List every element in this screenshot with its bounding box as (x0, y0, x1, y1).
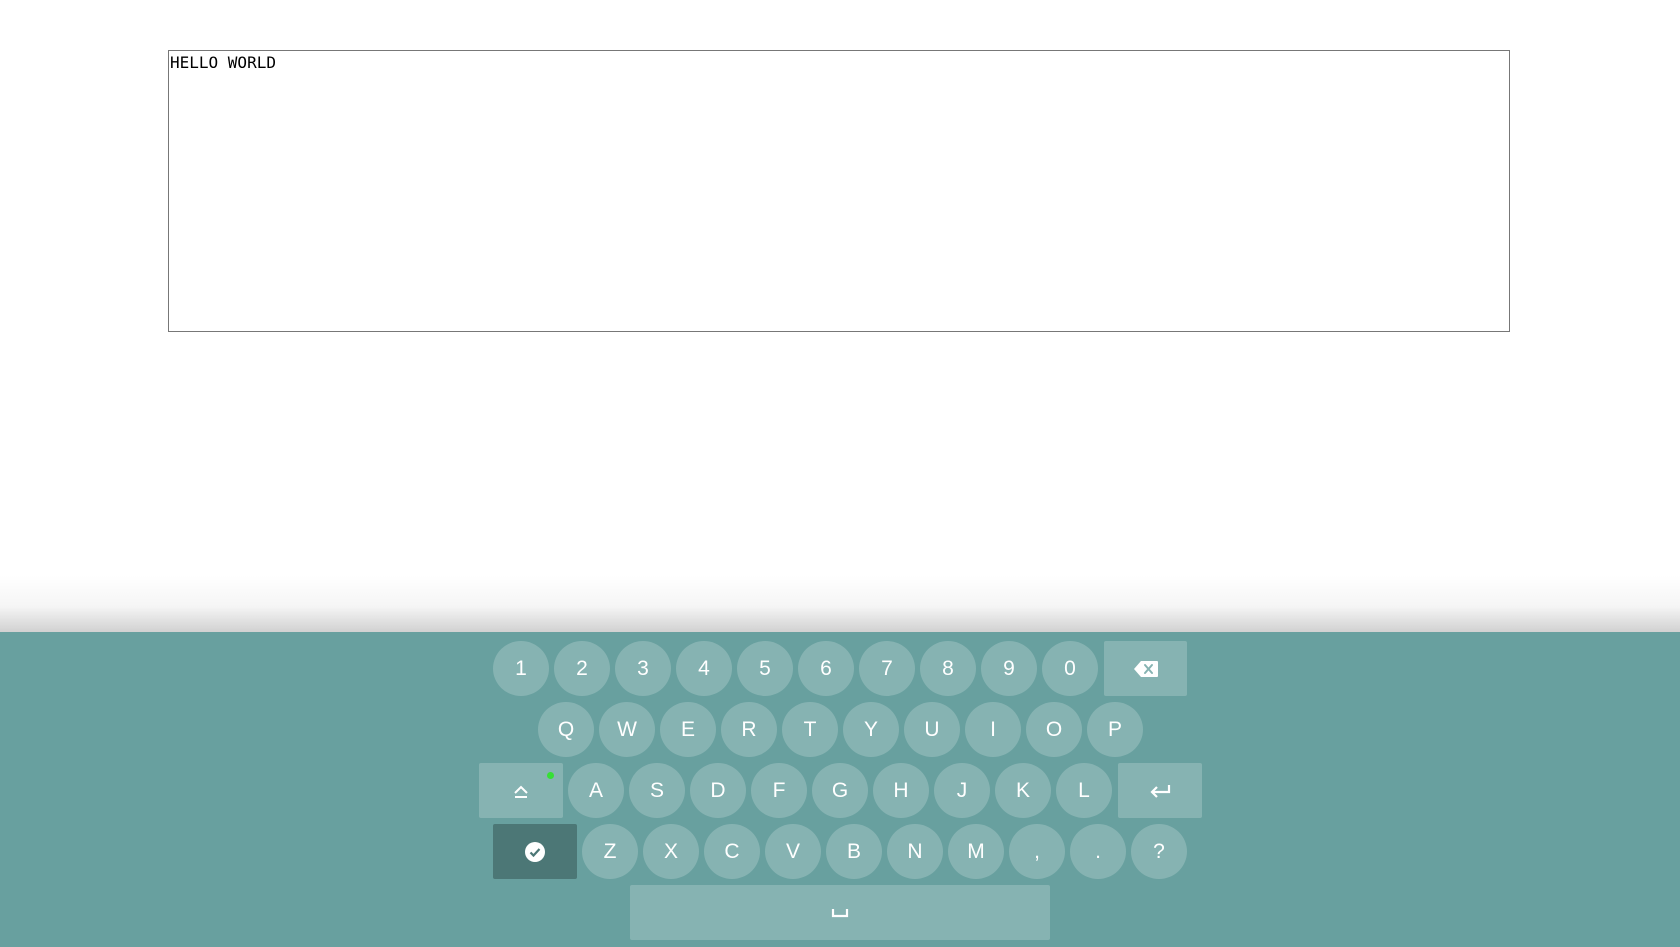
done-button[interactable] (493, 824, 577, 879)
key-l[interactable]: L (1056, 763, 1112, 818)
key-n[interactable]: N (887, 824, 943, 879)
key-7[interactable]: 7 (859, 641, 915, 696)
key-comma[interactable]: , (1009, 824, 1065, 879)
key-3[interactable]: 3 (615, 641, 671, 696)
key-9[interactable]: 9 (981, 641, 1037, 696)
key-4[interactable]: 4 (676, 641, 732, 696)
key-question[interactable]: ? (1131, 824, 1187, 879)
shift-active-indicator (547, 772, 554, 779)
key-2[interactable]: 2 (554, 641, 610, 696)
space-icon (831, 908, 849, 918)
key-k[interactable]: K (995, 763, 1051, 818)
enter-button[interactable] (1118, 763, 1202, 818)
key-5[interactable]: 5 (737, 641, 793, 696)
enter-icon (1149, 783, 1171, 799)
checkmark-circle-icon (524, 841, 546, 863)
key-c[interactable]: C (704, 824, 760, 879)
key-i[interactable]: I (965, 702, 1021, 757)
key-a[interactable]: A (568, 763, 624, 818)
key-z[interactable]: Z (582, 824, 638, 879)
key-s[interactable]: S (629, 763, 685, 818)
key-1[interactable]: 1 (493, 641, 549, 696)
key-h[interactable]: H (873, 763, 929, 818)
key-j[interactable]: J (934, 763, 990, 818)
key-8[interactable]: 8 (920, 641, 976, 696)
key-u[interactable]: U (904, 702, 960, 757)
key-period[interactable]: . (1070, 824, 1126, 879)
space-button[interactable] (630, 885, 1050, 940)
key-6[interactable]: 6 (798, 641, 854, 696)
keyboard-shadow (0, 575, 1680, 632)
key-v[interactable]: V (765, 824, 821, 879)
key-b[interactable]: B (826, 824, 882, 879)
key-g[interactable]: G (812, 763, 868, 818)
key-w[interactable]: W (599, 702, 655, 757)
key-m[interactable]: M (948, 824, 1004, 879)
key-o[interactable]: O (1026, 702, 1082, 757)
key-y[interactable]: Y (843, 702, 899, 757)
backspace-icon (1133, 660, 1159, 678)
shift-icon (513, 783, 529, 799)
key-p[interactable]: P (1087, 702, 1143, 757)
key-r[interactable]: R (721, 702, 777, 757)
key-e[interactable]: E (660, 702, 716, 757)
text-input-area[interactable]: HELLO WORLD (168, 50, 1510, 332)
shift-button[interactable] (479, 763, 563, 818)
key-f[interactable]: F (751, 763, 807, 818)
key-x[interactable]: X (643, 824, 699, 879)
on-screen-keyboard: 1 2 3 4 5 6 7 8 9 0 Q W E R T Y U I O P … (0, 632, 1680, 947)
key-d[interactable]: D (690, 763, 746, 818)
backspace-button[interactable] (1104, 641, 1187, 696)
key-0[interactable]: 0 (1042, 641, 1098, 696)
key-t[interactable]: T (782, 702, 838, 757)
key-q[interactable]: Q (538, 702, 594, 757)
